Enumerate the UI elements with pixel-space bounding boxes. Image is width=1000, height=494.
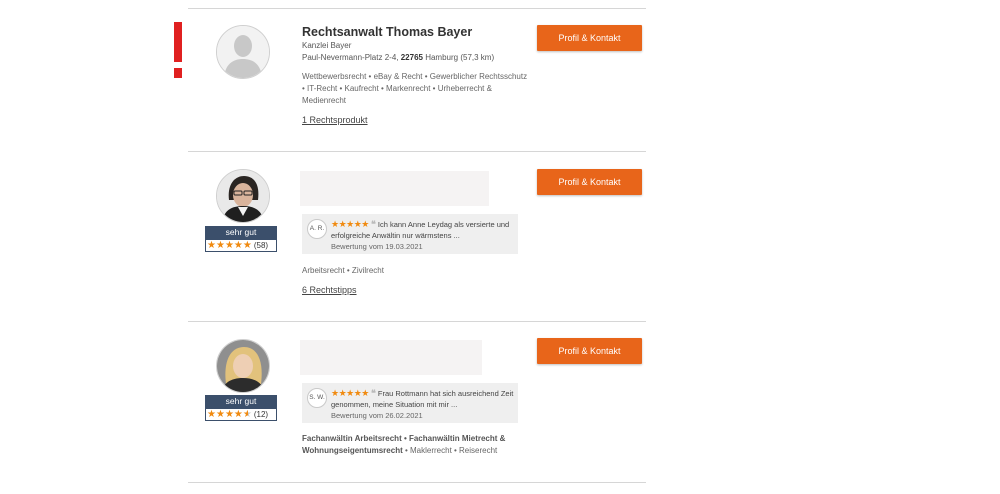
rechtsprodukt-link[interactable]: 1 Rechtsprodukt: [302, 115, 368, 125]
half-star-icon: ★: [242, 408, 252, 420]
star-icon: ★: [233, 239, 243, 251]
review-text-block: ★★★★★ ❝ Frau Rottmann hat sich ausreiche…: [331, 388, 515, 421]
address-city: Hamburg (57,3 km): [425, 53, 495, 62]
review-stars-icon: ★★★★★: [331, 219, 369, 229]
rating-badge: sehr gut ★ ★ ★ ★ ★ (12): [205, 395, 277, 421]
star-icon: ★: [233, 408, 243, 420]
practice-areas: Fachanwältin Arbeitsrecht • Fachanwältin…: [302, 433, 512, 457]
name-placeholder: [300, 340, 482, 375]
address-street: Paul-Nevermann-Platz 2-4,: [302, 53, 399, 62]
top-divider: [188, 8, 646, 9]
practice-areas: Wettbewerbsrecht • eBay & Recht • Gewerb…: [302, 72, 528, 105]
star-icon: ★: [207, 408, 216, 420]
review-stars-icon: ★★★★★: [331, 388, 369, 398]
star-icon: ★: [215, 239, 225, 251]
address: Paul-Nevermann-Platz 2-4, 22765 Hamburg …: [302, 52, 494, 64]
lawyer-name[interactable]: Rechtsanwalt Thomas Bayer: [302, 25, 472, 39]
rating-count[interactable]: (12): [254, 409, 268, 421]
lawyer-photo[interactable]: [216, 169, 270, 223]
rating-stars: ★ ★ ★ ★ ★ (12): [205, 408, 277, 421]
rating-count[interactable]: (58): [254, 240, 268, 252]
rating-stars: ★ ★ ★ ★ ★ (58): [205, 239, 277, 252]
review-text-block: ★★★★★ ❝ Ich kann Anne Leydag als versier…: [331, 219, 515, 252]
lawyer-photo[interactable]: [216, 339, 270, 393]
rating-badge: sehr gut ★ ★ ★ ★ ★ (58): [205, 226, 277, 252]
profile-contact-button[interactable]: Profil & Kontakt: [537, 25, 642, 51]
firm-name: Kanzlei Bayer: [302, 41, 352, 50]
exclamation-icon: [174, 22, 182, 78]
entry-divider: [188, 151, 646, 152]
practice-areas: Arbeitsrecht • Zivilrecht: [302, 266, 384, 275]
review-snippet[interactable]: A. R. ★★★★★ ❝ Ich kann Anne Leydag als v…: [302, 214, 518, 254]
review-date: Bewertung vom 19.03.2021: [331, 242, 423, 251]
star-icon: ★: [207, 239, 216, 251]
star-icon: ★: [224, 239, 234, 251]
reviewer-initials: A. R.: [307, 219, 327, 239]
quote-icon: ❝: [370, 219, 376, 229]
name-placeholder: [300, 171, 489, 206]
rating-label: sehr gut: [205, 226, 277, 239]
rating-label: sehr gut: [205, 395, 277, 408]
star-icon: ★: [215, 408, 225, 420]
review-date: Bewertung vom 26.02.2021: [331, 411, 423, 420]
review-snippet[interactable]: S. W. ★★★★★ ❝ Frau Rottmann hat sich aus…: [302, 383, 518, 423]
reviewer-initials: S. W.: [307, 388, 327, 408]
entry-divider: [188, 482, 646, 483]
profile-contact-button[interactable]: Profil & Kontakt: [537, 169, 642, 195]
quote-icon: ❝: [370, 388, 376, 398]
star-icon: ★: [224, 408, 234, 420]
profile-contact-button[interactable]: Profil & Kontakt: [537, 338, 642, 364]
address-zip: 22765: [400, 53, 423, 62]
other-areas: • Maklerrecht • Reiserecht: [402, 446, 498, 455]
entry-divider: [188, 321, 646, 322]
star-icon: ★: [242, 239, 252, 251]
rechtstipps-link[interactable]: 6 Rechtstipps: [302, 285, 357, 295]
default-avatar-icon[interactable]: [216, 25, 270, 79]
